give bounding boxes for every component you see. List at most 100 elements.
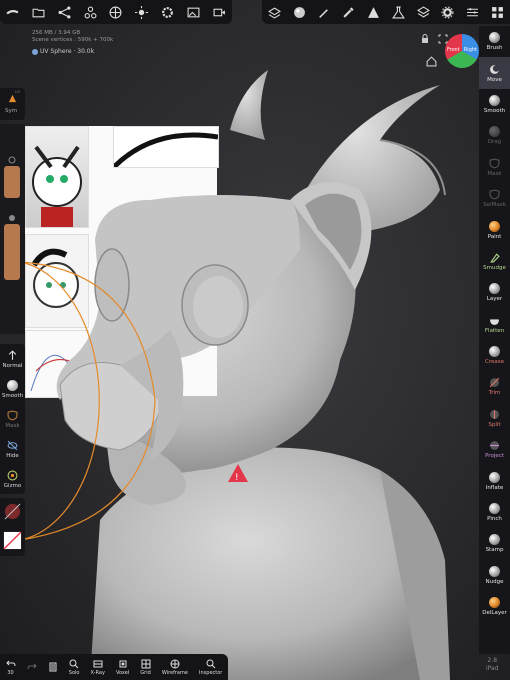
solo-button[interactable]: Solo xyxy=(69,659,79,676)
symmetry-label: Sym xyxy=(5,108,18,114)
tool-flatten-label: Flatten xyxy=(484,327,505,334)
mask-label: Mask xyxy=(5,422,20,429)
undo-count: 30 xyxy=(7,669,14,676)
settings-icon[interactable] xyxy=(159,4,175,20)
gizmo-toggle[interactable]: Gizmo xyxy=(0,464,25,494)
normal-toggle[interactable]: Normal xyxy=(0,344,25,374)
svg-text:!: ! xyxy=(235,473,239,483)
smooth-toggle[interactable]: Smooth xyxy=(0,374,25,404)
brush-options: Normal Smooth Mask Hide Gizmo xyxy=(0,344,25,494)
gizmo-label: Gizmo xyxy=(3,482,22,489)
gear-icon[interactable] xyxy=(440,4,456,20)
image-icon[interactable] xyxy=(185,4,201,20)
tool-trim[interactable]: Trim xyxy=(479,371,510,402)
scene-icon[interactable] xyxy=(82,4,98,20)
tool-flatten[interactable]: Flatten xyxy=(479,309,510,340)
sliders-icon[interactable] xyxy=(465,4,481,20)
pen-icon[interactable] xyxy=(316,4,332,20)
lock-icon[interactable] xyxy=(420,34,430,44)
intensity-slider[interactable] xyxy=(4,224,20,280)
xray-button[interactable]: X-Ray xyxy=(91,659,105,676)
tool-project[interactable]: Project xyxy=(479,434,510,465)
mesh-icon xyxy=(32,48,38,55)
tool-brush[interactable]: Brush xyxy=(479,26,510,57)
layer-ball-icon xyxy=(489,283,500,295)
viewport-controls xyxy=(420,34,448,44)
tool-drag[interactable]: Drag xyxy=(479,120,510,151)
eye-hidden-icon xyxy=(7,440,18,450)
tool-drag-label: Drag xyxy=(487,139,502,146)
folder-icon[interactable] xyxy=(31,4,47,20)
tool-split[interactable]: Split xyxy=(479,403,510,434)
wireframe-button[interactable]: Wireframe xyxy=(162,659,188,676)
tool-split-label: Split xyxy=(488,421,501,428)
tool-smudge[interactable]: Smudge xyxy=(479,246,510,277)
tool-mask[interactable]: Mask xyxy=(479,152,510,183)
sculpt-tools-panel: Brush Move Smooth Drag Mask SelMask Pain… xyxy=(479,26,510,654)
menu-icon[interactable] xyxy=(5,4,21,20)
tool-pinch[interactable]: Pinch xyxy=(479,497,510,528)
active-mesh[interactable]: UV Sphere · 30.0k xyxy=(32,48,113,55)
globe-icon[interactable] xyxy=(108,4,124,20)
tool-dellayer[interactable]: DelLayer xyxy=(479,591,510,622)
triangle-icon[interactable] xyxy=(366,4,382,20)
undo-icon xyxy=(5,660,16,666)
tool-pinch-label: Pinch xyxy=(487,516,502,523)
hide-toggle[interactable]: Hide xyxy=(0,434,25,464)
home-icon[interactable] xyxy=(426,56,437,67)
voxel-button[interactable]: Voxel xyxy=(116,659,129,676)
gizmo-front-label: Front xyxy=(447,47,460,53)
material-swatch-icon[interactable] xyxy=(3,502,22,521)
mask-toggle[interactable]: Mask xyxy=(0,404,25,434)
trim-icon xyxy=(489,378,500,388)
tool-layer[interactable]: Layer xyxy=(479,277,510,308)
tool-trim-label: Trim xyxy=(488,390,501,397)
reference-image-2 xyxy=(25,234,89,328)
dellayer-ball-icon xyxy=(489,597,500,609)
share-icon[interactable] xyxy=(56,4,72,20)
grid-icon[interactable] xyxy=(490,4,506,20)
gizmo-right-label: Right xyxy=(463,47,477,53)
tool-move-label: Move xyxy=(487,76,502,83)
reference-images[interactable] xyxy=(25,126,219,398)
tool-inflate[interactable]: Inflate xyxy=(479,465,510,496)
document-button[interactable] xyxy=(48,662,58,673)
voxel-label: Voxel xyxy=(115,669,130,676)
color-swatch-icon[interactable] xyxy=(3,531,22,550)
eyedropper-icon[interactable] xyxy=(341,4,357,20)
symmetry-small-label: LM xyxy=(15,90,20,94)
tool-stamp[interactable]: Stamp xyxy=(479,528,510,559)
hide-label: Hide xyxy=(6,452,19,459)
tool-nudge[interactable]: Nudge xyxy=(479,560,510,591)
radius-slider[interactable] xyxy=(4,166,20,198)
flask-icon[interactable] xyxy=(390,4,406,20)
tool-smooth[interactable]: Smooth xyxy=(479,89,510,120)
redo-button[interactable] xyxy=(27,662,37,673)
inspector-button[interactable]: Inspector xyxy=(199,659,222,676)
gizmo-icon xyxy=(7,470,18,480)
layers-icon[interactable] xyxy=(266,4,282,20)
inflate-ball-icon xyxy=(489,471,500,483)
tool-move[interactable]: Move xyxy=(479,57,510,89)
wireframe-icon xyxy=(170,659,180,668)
tool-selmask[interactable]: SelMask xyxy=(479,183,510,214)
symmetry-panel[interactable]: LM Sym xyxy=(0,88,25,120)
move-moon-icon xyxy=(490,64,500,74)
tool-smudge-label: Smudge xyxy=(483,264,506,271)
grid-label: Grid xyxy=(140,669,151,676)
tool-crease[interactable]: Crease xyxy=(479,340,510,371)
tool-mask-label: Mask xyxy=(487,170,502,177)
top-toolbar-left xyxy=(0,0,232,24)
mask-shield-icon xyxy=(489,158,500,169)
undo-button[interactable]: 30 xyxy=(5,659,16,676)
tool-paint[interactable]: Paint xyxy=(479,214,510,245)
bottom-toolbar: 30 Solo X-Ray Voxel Grid Wireframe Inspe… xyxy=(0,654,228,680)
sun-icon[interactable] xyxy=(134,4,150,20)
video-icon[interactable] xyxy=(211,4,227,20)
grid-button[interactable]: Grid xyxy=(140,659,151,676)
reference-image-4 xyxy=(113,126,219,168)
material-icon[interactable] xyxy=(291,4,307,20)
stack-icon[interactable] xyxy=(415,4,431,20)
orientation-gizmo[interactable]: Front Right xyxy=(445,34,479,68)
intensity-icon xyxy=(9,215,15,221)
